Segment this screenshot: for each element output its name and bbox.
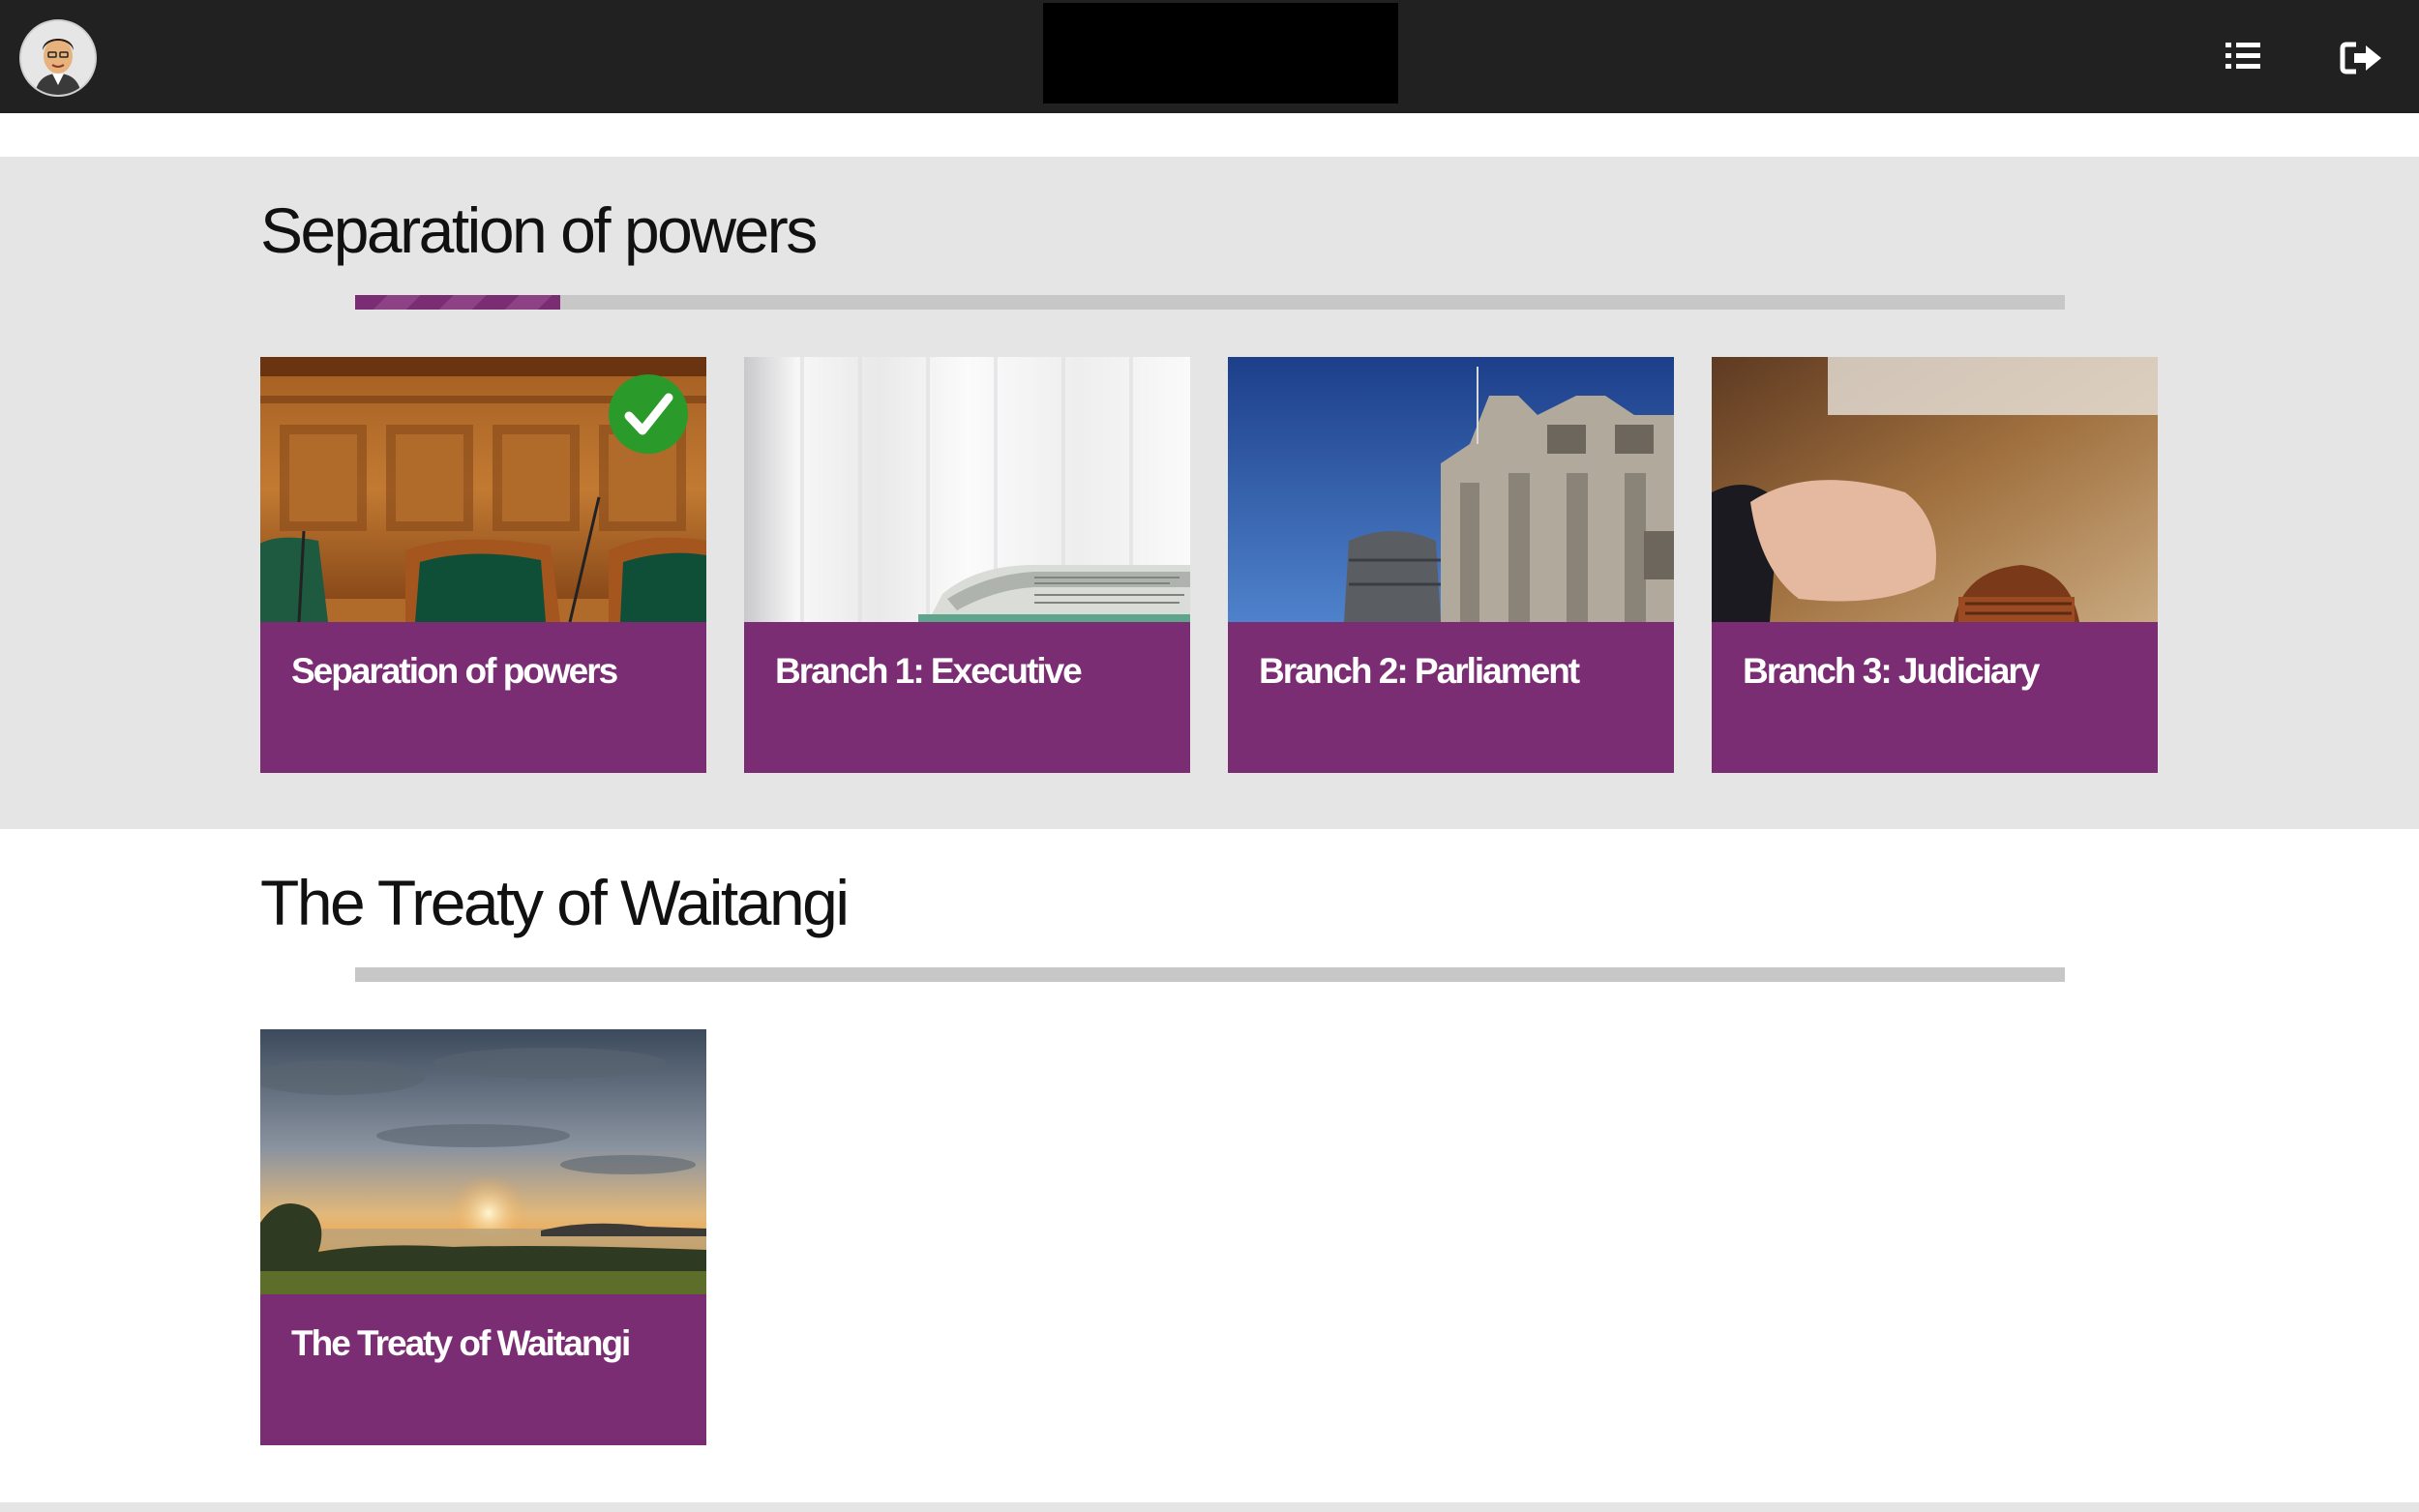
- card-title: Separation of powers: [291, 651, 618, 691]
- section-title: Separation of powers: [260, 194, 818, 266]
- list-icon[interactable]: [2222, 37, 2264, 75]
- section-treaty-of-waitangi: The Treaty of Waitangi The Treaty of Wai…: [0, 829, 2419, 1502]
- card-treaty-of-waitangi[interactable]: The Treaty of Waitangi: [260, 1029, 706, 1445]
- section-progress-bar: [355, 295, 2065, 310]
- section-separation-of-powers: Separation of powers Separation of power…: [0, 157, 2419, 829]
- card-title: Branch 2: Parliament: [1259, 651, 1580, 691]
- section-progress-bar: [355, 967, 2065, 982]
- check-circle-icon: [609, 374, 688, 454]
- card-branch-judiciary[interactable]: Branch 3: Judiciary: [1712, 357, 2158, 773]
- newspaper-image: [744, 357, 1190, 622]
- sunset-landscape-image: [260, 1029, 706, 1294]
- card-label-bar: The Treaty of Waitangi: [260, 1294, 706, 1445]
- sign-out-icon[interactable]: [2339, 37, 2385, 79]
- user-avatar-icon[interactable]: [19, 19, 97, 97]
- card-label-bar: Branch 2: Parliament: [1228, 622, 1674, 773]
- card-label-bar: Branch 3: Judiciary: [1712, 622, 2158, 773]
- card-title: The Treaty of Waitangi: [291, 1323, 631, 1363]
- card-title: Branch 3: Judiciary: [1743, 651, 2040, 691]
- brand-logo: [1043, 3, 1398, 104]
- section-title: The Treaty of Waitangi: [260, 867, 850, 938]
- top-bar: [0, 0, 2419, 113]
- card-label-bar: Separation of powers: [260, 622, 706, 773]
- card-separation-of-powers[interactable]: Separation of powers: [260, 357, 706, 773]
- card-label-bar: Branch 1: Executive: [744, 622, 1190, 773]
- card-branch-executive[interactable]: Branch 1: Executive: [744, 357, 1190, 773]
- judge-gavel-image: [1712, 357, 2158, 622]
- card-title: Branch 1: Executive: [775, 651, 1083, 691]
- parliament-buildings-image: [1228, 357, 1674, 622]
- card-branch-parliament[interactable]: Branch 2: Parliament: [1228, 357, 1674, 773]
- section-progress-fill: [355, 295, 561, 310]
- footer-divider: [0, 1502, 2419, 1512]
